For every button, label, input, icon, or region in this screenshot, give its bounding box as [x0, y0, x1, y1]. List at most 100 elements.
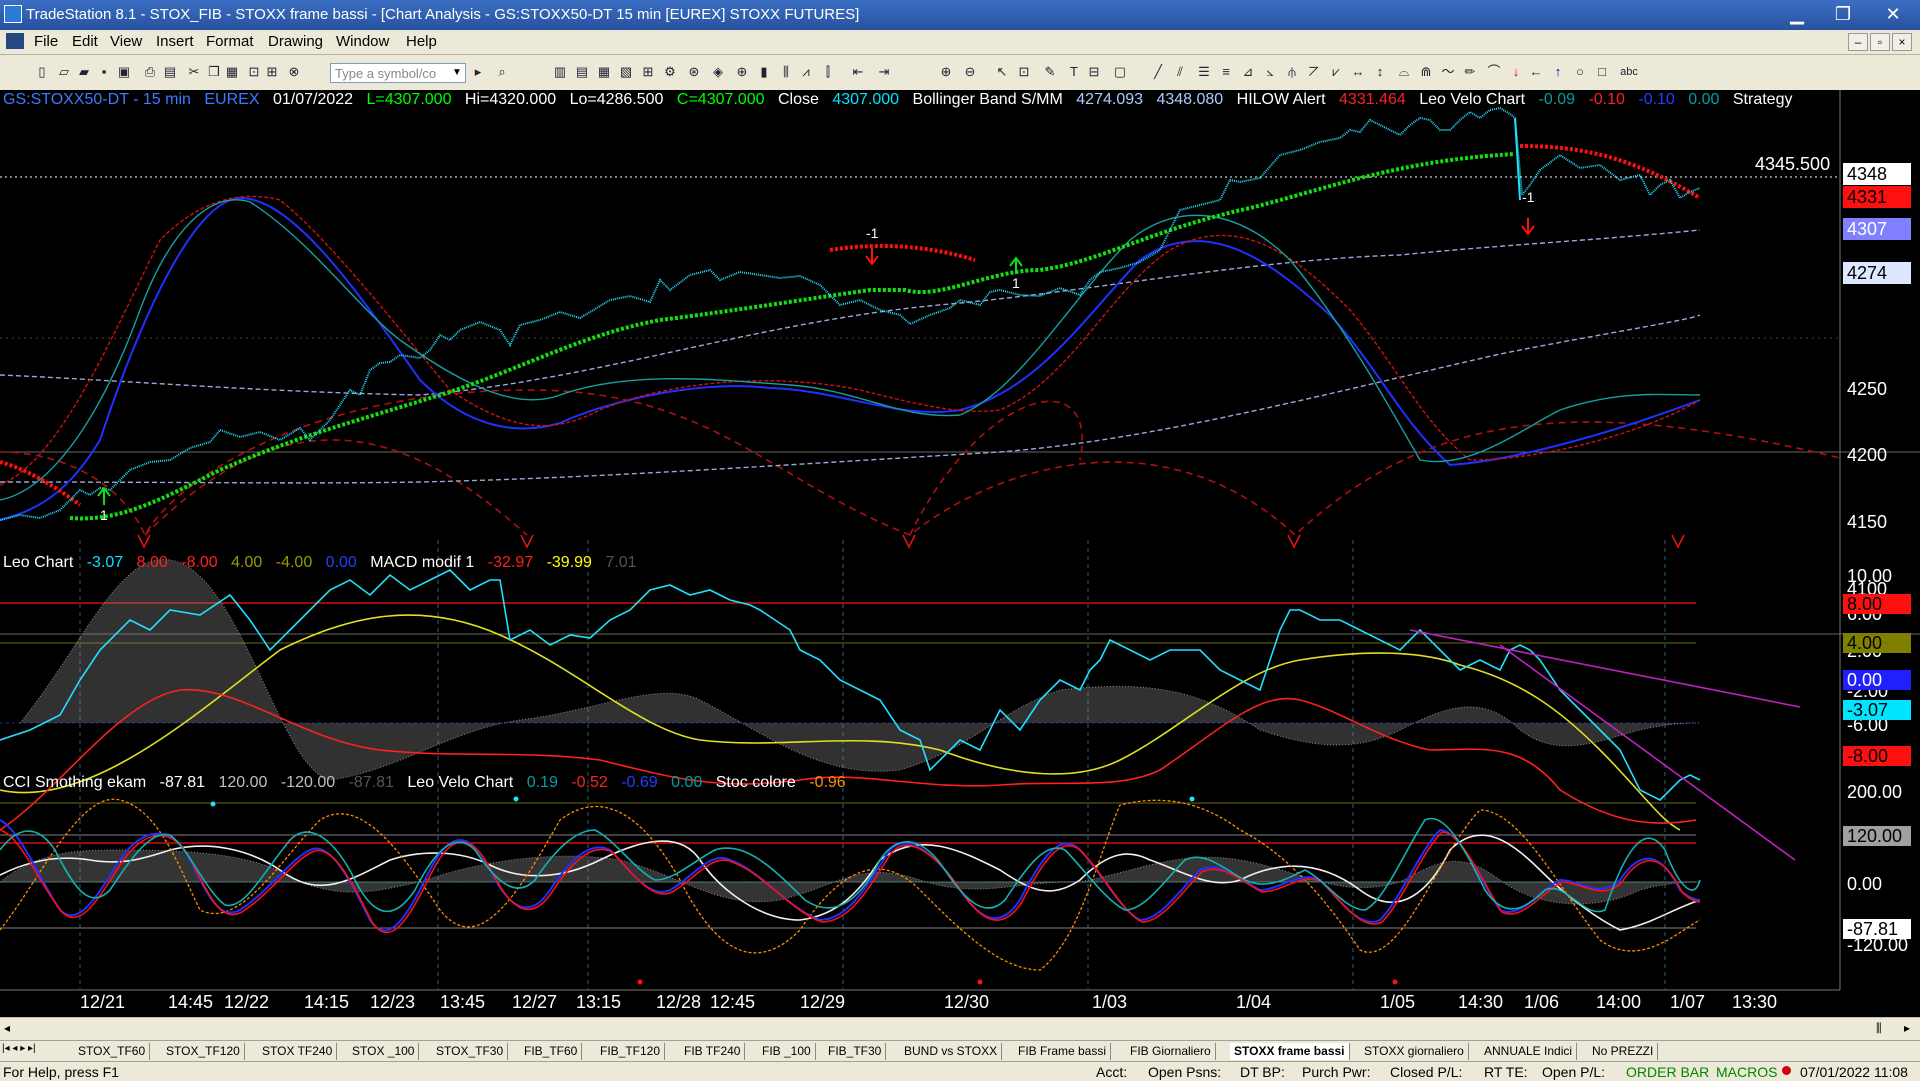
document-icon[interactable] [6, 33, 24, 49]
tab-stox-100[interactable]: STOX _100 [348, 1043, 420, 1060]
clear-icon[interactable]: ▢ [1112, 64, 1128, 80]
horizontal-line-icon[interactable]: ☰ [1196, 64, 1212, 80]
tab-fib-tf60[interactable]: FIB_TF60 [520, 1043, 583, 1060]
gann-fan-icon[interactable]: ⊿ [1240, 64, 1256, 80]
minimize-button[interactable]: ▁ [1774, 0, 1820, 30]
tab-stox-tf30[interactable]: STOX_TF30 [432, 1043, 509, 1060]
close-button[interactable]: ✕ [1866, 0, 1920, 30]
menu-edit[interactable]: Edit [72, 33, 98, 50]
tab-stoxx-giornaliero[interactable]: STOXX giornaliero [1360, 1043, 1469, 1060]
open-workspace-icon[interactable]: ▰ [76, 64, 92, 80]
fib-retracement-icon[interactable]: ≡ [1218, 64, 1234, 80]
paintbar-icon[interactable]: ▮ [756, 64, 772, 80]
macro-icon[interactable]: ⊗ [286, 64, 302, 80]
copy-icon[interactable]: ❐ [206, 64, 222, 80]
zoom-out-icon[interactable]: ⊖ [962, 64, 978, 80]
open-icon[interactable]: ▱ [56, 64, 72, 80]
strategy-icon[interactable]: ⚙ [662, 64, 678, 80]
go-arrow-icon[interactable]: ▸ [470, 64, 486, 80]
tab-fib-tf30[interactable]: FIB_TF30 [824, 1043, 887, 1060]
horizontal-arrows-icon[interactable]: ↔ [1350, 64, 1366, 80]
chart-window-icon[interactable]: ▥ [552, 64, 568, 80]
paste-icon[interactable]: ▦ [224, 64, 240, 80]
tab-stox-tf240[interactable]: STOX TF240 [258, 1043, 338, 1060]
menu-drawing[interactable]: Drawing [268, 33, 323, 50]
menu-file[interactable]: File [34, 33, 58, 50]
trendline-icon[interactable]: ╱ [1150, 64, 1166, 80]
mdi-restore-button[interactable]: ▫ [1870, 33, 1890, 51]
print-preview-icon[interactable]: ▤ [162, 64, 178, 80]
text-tool-button[interactable]: abc [1616, 64, 1642, 80]
curve-icon[interactable]: ⌒ [1486, 64, 1502, 80]
line-chart-icon[interactable]: ⩘ [798, 64, 814, 80]
scroll-left-icon[interactable]: ◂ [4, 1021, 10, 1035]
tab-fib-tf120[interactable]: FIB_TF120 [596, 1043, 666, 1060]
menu-insert[interactable]: Insert [156, 33, 194, 50]
menu-window[interactable]: Window [336, 33, 389, 50]
vertical-arrows-icon[interactable]: ↕ [1372, 64, 1388, 80]
menu-view[interactable]: View [110, 33, 142, 50]
save-all-icon[interactable]: ▣ [116, 64, 132, 80]
radar-icon[interactable]: ▤ [574, 64, 590, 80]
tab-stox-tf120[interactable]: STOX_TF120 [162, 1043, 245, 1060]
status-macros[interactable]: MACROS [1716, 1064, 1777, 1080]
analysis-icon[interactable]: ⊕ [734, 64, 750, 80]
indicator-icon[interactable]: ⊛ [686, 64, 702, 80]
chart-canvas[interactable]: 1 -1 1 -1 [0, 90, 1920, 1016]
tab-fib-tf240[interactable]: FIB TF240 [680, 1043, 746, 1060]
mdi-close-button[interactable]: × [1892, 33, 1912, 51]
menu-help[interactable]: Help [406, 33, 437, 50]
tab-stoxx-frame-bassi[interactable]: STOXX frame bassi [1230, 1043, 1350, 1060]
menu-format[interactable]: Format [206, 33, 254, 50]
channel-icon[interactable]: ⩗ [1328, 64, 1344, 80]
network-icon[interactable]: ⊞ [264, 64, 280, 80]
scanner-icon[interactable]: ▧ [618, 64, 634, 80]
tab-bund-vs-stoxx[interactable]: BUND vs STOXX [900, 1043, 1003, 1060]
horizontal-scrollbar[interactable]: ◂ ⫼ ▸ [0, 1017, 1920, 1040]
chart-area[interactable]: 1 -1 1 -1 GS:STOXX50-DT - 15 min EUREX 0… [0, 90, 1920, 1016]
options-icon[interactable]: ⊞ [640, 64, 656, 80]
pointer-icon[interactable]: ↖ [994, 64, 1010, 80]
pencil-icon[interactable]: ✏ [1462, 64, 1478, 80]
drawing-object-icon[interactable]: ✎ [1042, 64, 1058, 80]
symbol-lookup-icon[interactable]: ⌕ [494, 64, 510, 80]
tab-fib-frame-bassi[interactable]: FIB Frame bassi [1014, 1043, 1112, 1060]
tab-stox-tf60[interactable]: STOX_TF60 [74, 1043, 151, 1060]
status-order-bar[interactable]: ORDER BAR [1626, 1064, 1709, 1080]
tab-no-prezzi[interactable]: No PREZZI [1588, 1043, 1659, 1060]
matrix-icon[interactable]: ▦ [596, 64, 612, 80]
maximize-button[interactable]: ❐ [1820, 0, 1866, 30]
scroll-handle-icon[interactable]: ⫼ [1876, 1021, 1882, 1036]
bar-spacing-icon[interactable]: ⇤ [850, 64, 866, 80]
cut-icon[interactable]: ✂ [186, 64, 202, 80]
andrews-pitchfork-icon[interactable]: ⫛ [1284, 64, 1300, 80]
arrow-left-icon[interactable]: ← [1528, 64, 1544, 80]
tab-nav-first-icon[interactable]: |◂ ◂ ▸ ▸| [2, 1043, 36, 1054]
regression-icon[interactable]: ⦢ [1306, 64, 1322, 80]
showme-icon[interactable]: ◈ [710, 64, 726, 80]
tab-annuale-indici[interactable]: ANNUALE Indici [1480, 1043, 1578, 1060]
arrow-down-icon[interactable]: ↓ [1508, 64, 1524, 80]
arrow-up-icon[interactable]: ↑ [1550, 64, 1566, 80]
candle-chart-icon[interactable]: ⫿ [820, 64, 836, 80]
lock-icon[interactable]: ⊡ [246, 64, 262, 80]
ellipse-arc-icon[interactable]: ⌓ [1396, 64, 1412, 80]
parallel-lines-icon[interactable]: ⫽ [1172, 64, 1188, 80]
new-icon[interactable]: ▯ [34, 64, 50, 80]
rectangle-icon[interactable]: □ [1594, 64, 1610, 80]
circle-icon[interactable]: ○ [1572, 64, 1588, 80]
tab-fib-100[interactable]: FIB _100 [758, 1043, 816, 1060]
text-object-icon[interactable]: T [1066, 64, 1082, 80]
cycle-lines-icon[interactable]: ⋒ [1418, 64, 1434, 80]
scroll-right-icon[interactable]: ▸ [1904, 1021, 1910, 1035]
zoom-in-icon[interactable]: ⊕ [938, 64, 954, 80]
price-alert-icon[interactable]: ⊟ [1086, 64, 1102, 80]
symbol-input[interactable]: Type a symbol/co ▼ [330, 63, 466, 83]
tab-fib-giornaliero[interactable]: FIB Giornaliero [1126, 1043, 1216, 1060]
bar-chart-icon[interactable]: ⫼ [778, 64, 794, 80]
chevron-down-icon[interactable]: ▼ [450, 65, 464, 81]
mdi-minimize-button[interactable]: – [1848, 33, 1868, 51]
bar-spacing-wide-icon[interactable]: ⇥ [876, 64, 892, 80]
save-icon[interactable]: ▪ [96, 64, 112, 80]
freehand-icon[interactable]: 〜 [1440, 64, 1456, 80]
